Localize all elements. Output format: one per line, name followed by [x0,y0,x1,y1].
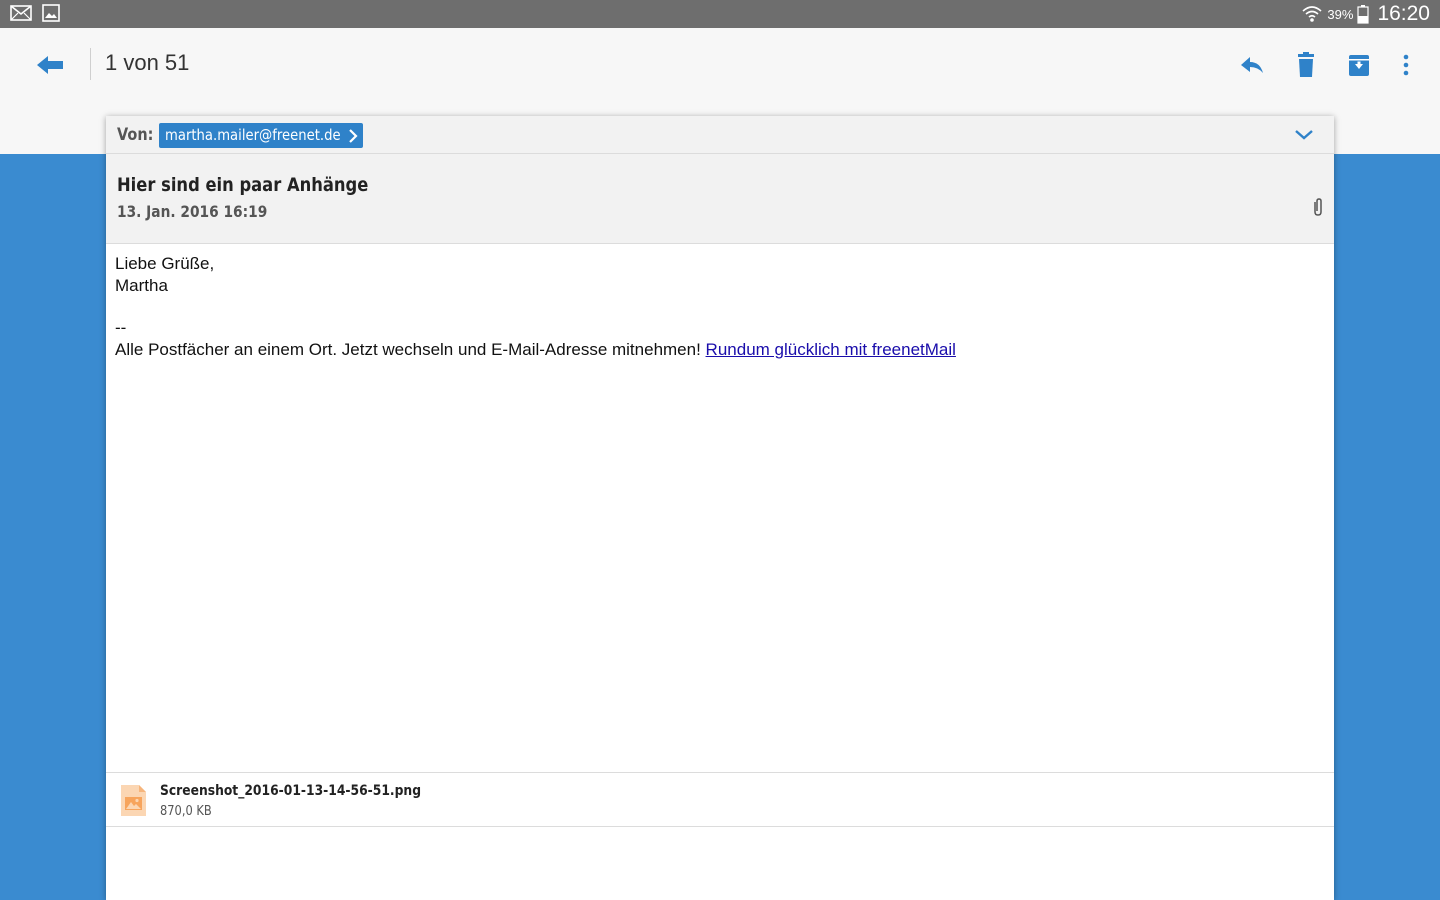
wifi-icon [1302,6,1322,22]
from-label: Von: [117,125,154,145]
gallery-icon [42,4,61,22]
system-status: 39% 16:20 [1301,0,1430,28]
reply-icon [1241,57,1263,73]
notification-icons [10,4,66,24]
chevron-right-icon [348,129,358,143]
archive-button[interactable] [1343,50,1375,82]
sender-address: martha.mailer@freenet.de [165,126,341,144]
image-file-icon [121,785,146,816]
status-bar: 39% 16:20 [0,0,1440,28]
back-button[interactable] [34,50,66,82]
sender-row: Von: martha.mailer@freenet.de [106,116,1334,154]
archive-icon [1349,55,1369,76]
paperclip-icon [1314,198,1322,216]
freenetmail-link[interactable]: Rundum glücklich mit freenetMail [706,340,956,359]
subject: Hier sind ein paar Anhänge [117,174,369,196]
message-card: Von: martha.mailer@freenet.de Hier sind … [106,116,1334,900]
attachment-filename: Screenshot_2016-01-13-14-56-51.png [160,783,422,799]
expand-header-button[interactable] [1292,123,1316,147]
battery-icon [1357,5,1370,24]
mail-icon [10,5,32,21]
clock: 16:20 [1377,2,1430,25]
message-body: Liebe Grüße, Martha -- Alle Postfächer a… [115,253,956,360]
body-greeting: Liebe Grüße, [115,254,215,273]
trash-icon [1298,52,1314,77]
battery-percent: 39% [1327,6,1354,22]
toolbar-divider [90,48,91,80]
message-counter: 1 von 51 [105,50,190,75]
attachment-item[interactable]: Screenshot_2016-01-13-14-56-51.png 870,0… [106,773,1334,826]
body-signature-name: Martha [115,275,168,295]
more-vertical-icon [1403,54,1409,76]
footer-line: Alle Postfächer an einem Ort. Jetzt wech… [115,339,956,361]
chevron-down-icon [1295,130,1313,140]
signature-separator: -- [115,318,127,337]
attachment-divider-bottom [106,826,1334,827]
body-blank-line [115,296,956,317]
reply-button[interactable] [1236,50,1268,82]
more-options-button[interactable] [1392,50,1424,82]
attachment-size: 870,0 KB [160,804,212,819]
sender-chip[interactable]: martha.mailer@freenet.de [159,123,363,148]
delete-button[interactable] [1290,50,1322,82]
subject-area: Hier sind ein paar Anhänge 13. Jan. 2016… [106,154,1334,244]
message-date: 13. Jan. 2016 16:19 [117,202,268,221]
arrow-left-icon [37,56,63,74]
footer-text: Alle Postfächer an einem Ort. Jetzt wech… [115,339,706,359]
